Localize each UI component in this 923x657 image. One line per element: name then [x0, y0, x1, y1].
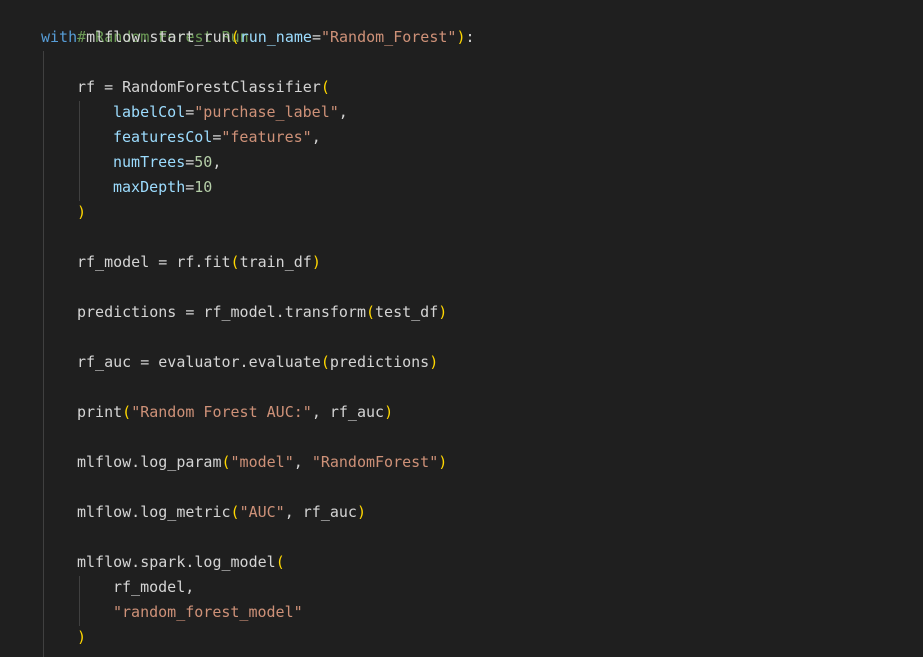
- open-paren: (: [221, 453, 231, 471]
- identifier-token: mlflow.start_run: [77, 28, 231, 46]
- code-line-25: "random_forest_model": [113, 600, 303, 625]
- string-token: "AUC": [239, 503, 285, 521]
- param-token: run_name: [239, 28, 312, 46]
- code-line-21: mlflow.log_metric("AUC", rf_auc): [77, 500, 366, 525]
- code-line-24: rf_model,: [113, 575, 194, 600]
- code-line-23: mlflow.spark.log_model(: [77, 550, 285, 575]
- string-token: "model": [230, 453, 294, 471]
- identifier-token: , rf_auc: [284, 503, 357, 521]
- code-line-26: ): [77, 625, 86, 650]
- identifier-token: print: [77, 403, 123, 421]
- comma-token: ,: [311, 128, 321, 146]
- param-token: labelCol: [113, 103, 186, 121]
- code-line-9: ): [77, 200, 86, 225]
- code-line-6: featuresCol="features",: [113, 125, 321, 150]
- code-line-4: rf = RandomForestClassifier(: [77, 75, 330, 100]
- comma-token: ,: [212, 153, 222, 171]
- colon-token: :: [465, 28, 475, 46]
- indent-guide-outer: [43, 51, 44, 657]
- string-token: "Random_Forest": [320, 28, 457, 46]
- string-token: "Random Forest AUC:": [131, 403, 312, 421]
- open-paren: (: [365, 303, 376, 321]
- code-line-15: rf_auc = evaluator.evaluate(predictions): [77, 350, 438, 375]
- open-paren: (: [230, 28, 240, 46]
- close-paren: ): [429, 353, 439, 371]
- param-token: numTrees: [113, 153, 186, 171]
- identifier-token: mlflow.log_param: [77, 453, 222, 471]
- open-paren: (: [122, 403, 132, 421]
- number-token: 10: [194, 178, 213, 196]
- identifier-token: rf_auc = evaluator.evaluate: [77, 353, 321, 371]
- string-token: "random_forest_model": [113, 603, 303, 621]
- open-paren: (: [230, 503, 240, 521]
- identifier-token: rf = RandomForestClassifier: [77, 78, 321, 96]
- close-paren: ): [438, 303, 448, 321]
- code-line-17: print("Random Forest AUC:", rf_auc): [77, 400, 393, 425]
- equals-token: =: [185, 178, 195, 196]
- code-line-8: maxDepth=10: [113, 175, 212, 200]
- code-line-5: labelCol="purchase_label",: [113, 100, 348, 125]
- identifier-token: predictions = rf_model.transform: [77, 303, 366, 321]
- code-editor[interactable]: # Random Forest Run with mlflow.start_ru…: [0, 0, 923, 657]
- param-token: maxDepth: [113, 178, 186, 196]
- identifier-token: rf_model,: [113, 578, 195, 596]
- identifier-token: train_df: [239, 253, 312, 271]
- identifier-token: rf_model = rf.fit: [77, 253, 231, 271]
- close-paren: ): [311, 253, 321, 271]
- string-token: "purchase_label": [194, 103, 339, 121]
- code-line-11: rf_model = rf.fit(train_df): [77, 250, 321, 275]
- indent-guide-log-model-args: [79, 576, 80, 626]
- equals-token: =: [311, 28, 321, 46]
- open-paren: (: [275, 553, 285, 571]
- param-token: featuresCol: [113, 128, 213, 146]
- string-token: "features": [221, 128, 312, 146]
- equals-token: =: [185, 153, 195, 171]
- code-line-2: with mlflow.start_run(run_name="Random_F…: [41, 25, 475, 50]
- number-token: 50: [194, 153, 213, 171]
- code-line-19: mlflow.log_param("model", "RandomForest"…: [77, 450, 447, 475]
- code-line-7: numTrees=50,: [113, 150, 221, 175]
- close-paren: ): [438, 453, 448, 471]
- indent-guide-rf-args: [79, 101, 80, 201]
- keyword-token: with: [41, 28, 78, 46]
- close-paren: ): [77, 203, 87, 221]
- close-paren: ): [356, 503, 366, 521]
- open-paren: (: [230, 253, 240, 271]
- equals-token: =: [185, 103, 195, 121]
- separator-token: ,: [293, 453, 312, 471]
- identifier-token: mlflow.spark.log_model: [77, 553, 276, 571]
- code-line-13: predictions = rf_model.transform(test_df…: [77, 300, 447, 325]
- close-paren: ): [77, 628, 87, 646]
- code-line-1: # Random Forest Run: [41, 0, 249, 46]
- identifier-token: test_df: [375, 303, 439, 321]
- string-token: "RandomForest": [311, 453, 439, 471]
- open-paren: (: [320, 353, 330, 371]
- open-paren: (: [320, 78, 330, 96]
- comma-token: ,: [338, 103, 348, 121]
- identifier-token: predictions: [329, 353, 430, 371]
- close-paren: ): [384, 403, 394, 421]
- identifier-token: mlflow.log_metric: [77, 503, 231, 521]
- identifier-token: , rf_auc: [311, 403, 385, 421]
